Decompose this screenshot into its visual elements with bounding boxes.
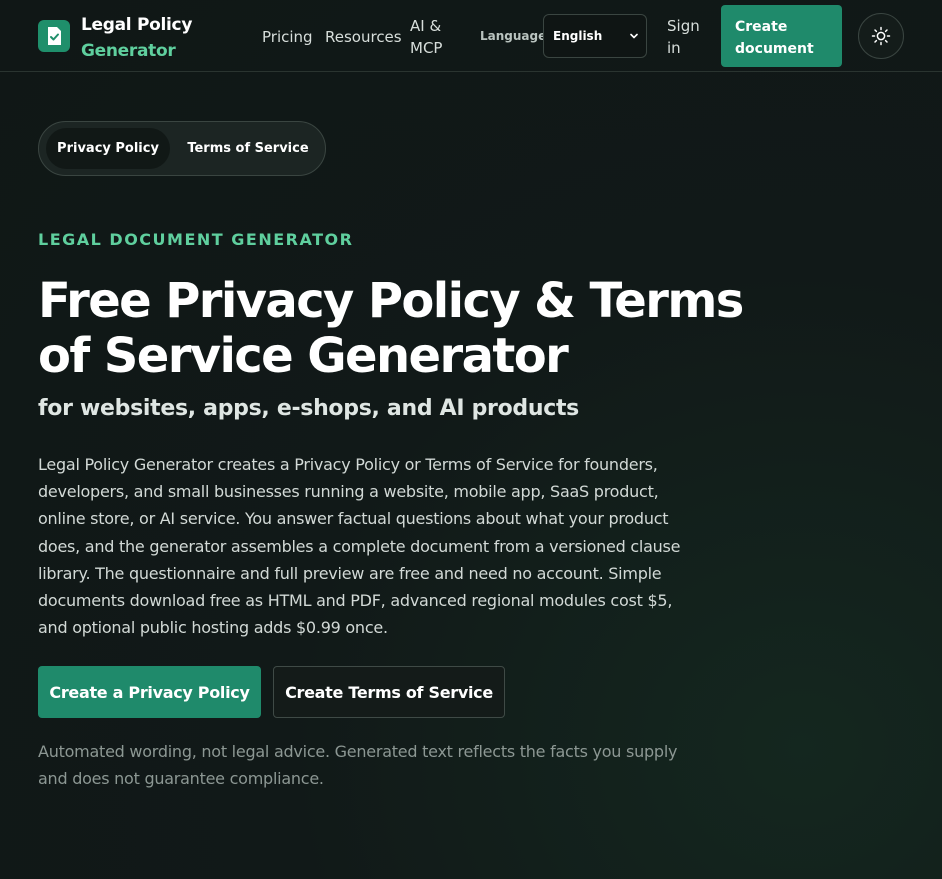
language-select[interactable]: English xyxy=(543,14,647,58)
nav-link-pricing[interactable]: Pricing xyxy=(262,26,313,48)
brand-name: Legal Policy xyxy=(81,15,193,35)
theme-toggle-button[interactable] xyxy=(858,13,904,59)
sign-in-link[interactable]: Sign in xyxy=(667,15,703,59)
site-header: Legal Policy Generator Pricing Resources… xyxy=(0,0,942,72)
legal-disclaimer: Automated wording, not legal advice. Gen… xyxy=(38,742,678,788)
sun-icon xyxy=(871,26,891,46)
hero-subtitle: for websites, apps, e-shops, and AI prod… xyxy=(38,396,579,421)
hero-description: Legal Policy Generator creates a Privacy… xyxy=(38,455,681,638)
tab-terms-of-service[interactable]: Terms of Service xyxy=(177,128,319,169)
language-selected-value: English xyxy=(553,29,603,43)
hero-eyebrow: LEGAL DOCUMENT GENERATOR xyxy=(38,230,354,249)
create-document-button[interactable]: Create document xyxy=(721,5,842,67)
tab-privacy-policy[interactable]: Privacy Policy xyxy=(46,128,170,169)
create-terms-of-service-button[interactable]: Create Terms of Service xyxy=(273,666,505,718)
nav-link-resources[interactable]: Resources xyxy=(325,26,402,48)
language-label: Language xyxy=(480,29,547,43)
document-type-tabs: Privacy Policy Terms of Service xyxy=(38,121,326,176)
page-title: Free Privacy Policy & Terms of Service G… xyxy=(38,273,744,384)
document-check-icon xyxy=(38,20,70,52)
chevron-down-icon xyxy=(630,33,638,39)
brand-name-accent: Generator xyxy=(81,41,176,61)
brand-logo[interactable]: Legal Policy Generator xyxy=(38,12,192,64)
nav-link-ai-mcp[interactable]: AI & MCP xyxy=(410,15,448,59)
create-privacy-policy-button[interactable]: Create a Privacy Policy xyxy=(38,666,261,718)
